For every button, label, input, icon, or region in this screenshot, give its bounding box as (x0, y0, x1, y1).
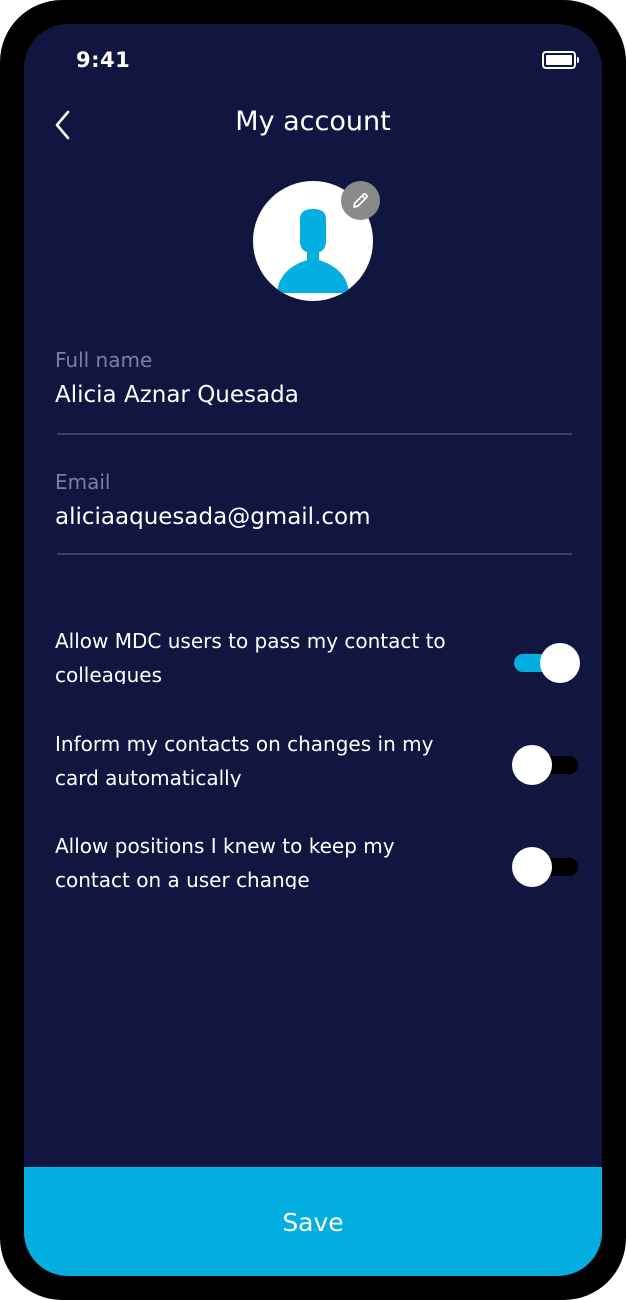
toggle-knob (512, 847, 552, 887)
toggle-share-contact[interactable] (514, 643, 580, 683)
toggle-label-keep-contact: Allow positions I knew to keep my contac… (55, 834, 395, 889)
page-title: My account (235, 106, 391, 137)
edit-avatar-button[interactable] (341, 181, 380, 220)
phone-frame: 9:41 My account Full name Alicia Aznar Q… (0, 0, 626, 1300)
toggle-inform-contacts[interactable] (512, 745, 578, 785)
email-divider (57, 553, 572, 555)
toggle-label-share-contact: Allow MDC users to pass my contact to co… (55, 629, 446, 684)
email-field[interactable]: aliciaaquesada@gmail.com (55, 504, 371, 530)
full-name-field[interactable]: Alicia Aznar Quesada (55, 382, 299, 408)
app-screen: 9:41 My account Full name Alicia Aznar Q… (24, 24, 602, 1276)
email-label: Email (55, 470, 111, 494)
full-name-divider (57, 433, 572, 435)
toggle-label-inform-contacts: Inform my contacts on changes in my card… (55, 732, 434, 787)
toggle-keep-contact[interactable] (512, 847, 578, 887)
pencil-icon (353, 193, 368, 208)
toggle-knob (540, 643, 580, 683)
status-time: 9:41 (76, 48, 131, 72)
battery-full-icon (542, 51, 579, 69)
full-name-label: Full name (55, 348, 153, 372)
toggle-knob (512, 745, 552, 785)
save-button[interactable]: Save (24, 1167, 602, 1276)
